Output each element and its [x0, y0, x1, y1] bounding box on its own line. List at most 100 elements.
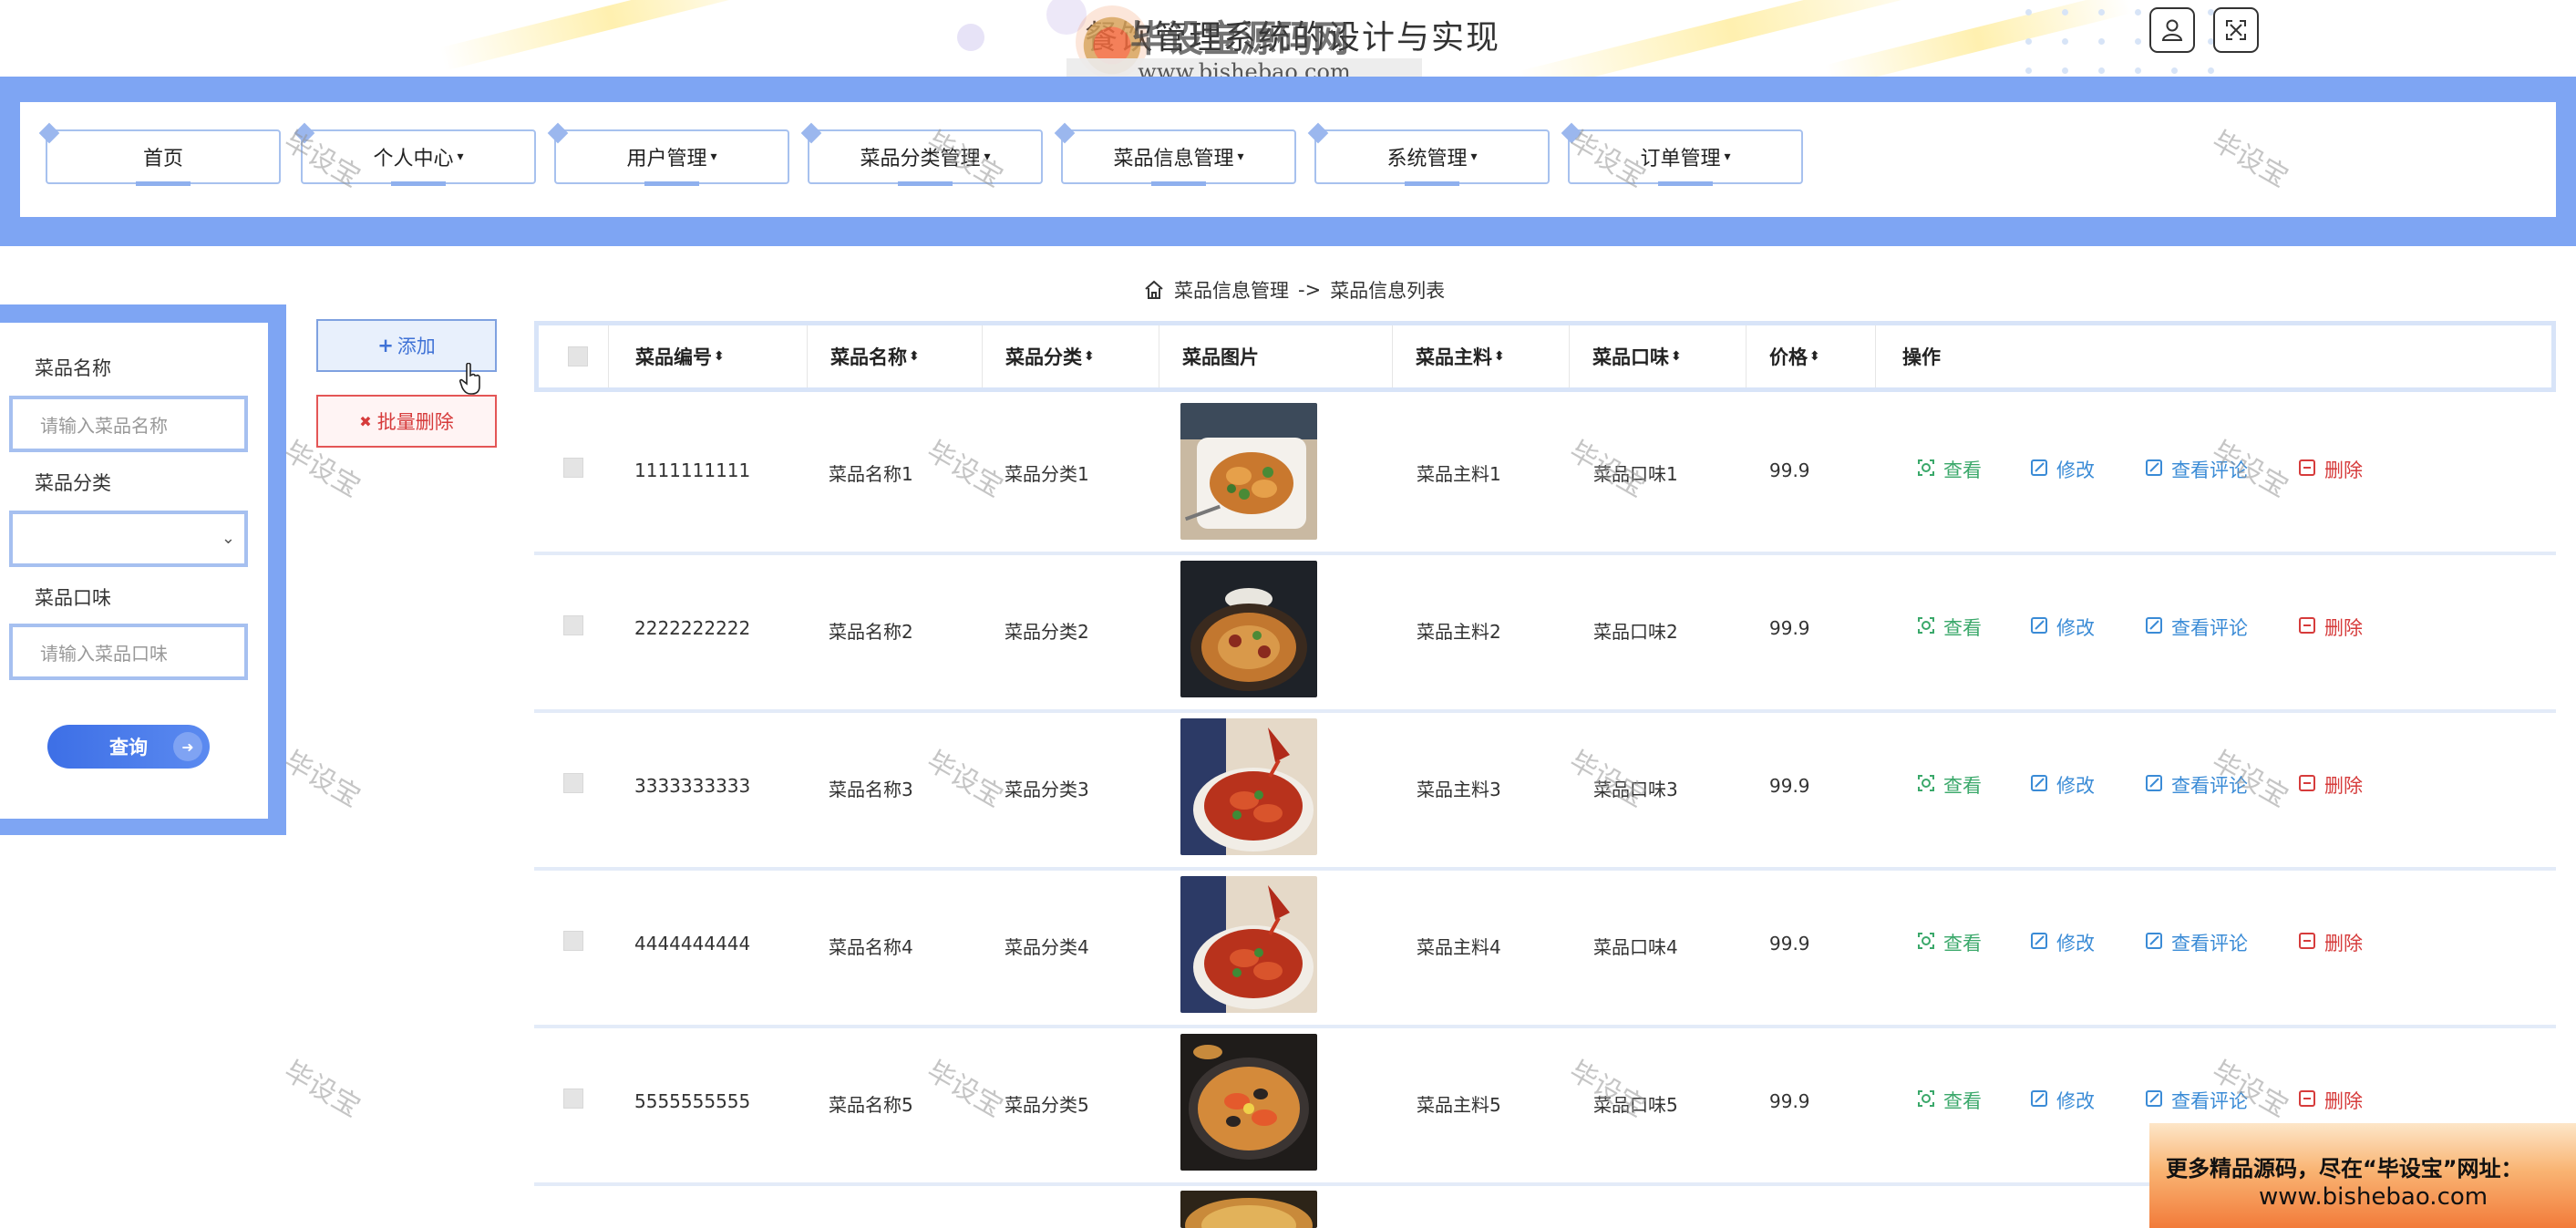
view-comments-button[interactable]: 查看评论: [2144, 1087, 2248, 1114]
delete-button[interactable]: 删除: [2297, 456, 2363, 483]
nav-item-label: 菜品分类管理: [860, 148, 981, 170]
user-button[interactable]: [2149, 7, 2195, 53]
cell-name: 菜品名称1: [829, 463, 913, 485]
nav-item-4[interactable]: 菜品信息管理 ▾: [1061, 129, 1296, 186]
view-button[interactable]: 查看: [1916, 771, 1982, 799]
promo-banner[interactable]: 更多精品源码，尽在“毕设宝”网址： www.bishebao.com: [2149, 1123, 2576, 1228]
search-icon: [1916, 1089, 1936, 1113]
cell-id: 4444444444: [634, 933, 751, 955]
promo-text: 更多精品源码，尽在“毕设宝”网址：: [2166, 1156, 2523, 1182]
taste-label: 菜品口味: [35, 587, 111, 609]
col-name[interactable]: 菜品名称 ⬍: [830, 325, 920, 387]
nav-item-label: 个人中心: [373, 148, 454, 170]
sort-icon[interactable]: ⬍: [909, 349, 920, 364]
nav-item-6[interactable]: 订单管理 ▾: [1568, 129, 1803, 186]
view-button-label: 查看: [1943, 459, 1982, 481]
edit-button[interactable]: 修改: [2029, 771, 2095, 799]
cell-name: 菜品名称4: [829, 936, 913, 958]
breadcrumb-page: 菜品信息列表: [1330, 280, 1446, 302]
cell-main: 菜品主料3: [1417, 779, 1501, 800]
edit-button[interactable]: 修改: [2029, 456, 2095, 483]
select-all-checkbox[interactable]: [568, 346, 588, 366]
table-row: 2222222222 菜品名称2 菜品分类2 菜品主料2 菜品口味2 99.9 查看 修改 查看…: [534, 555, 2556, 713]
breadcrumb-section[interactable]: 菜品信息管理: [1174, 276, 1289, 304]
view-button[interactable]: 查看: [1916, 1087, 1982, 1114]
plus-icon: +: [377, 335, 394, 356]
col-main[interactable]: 菜品主料 ⬍: [1416, 325, 1505, 387]
home-icon: [1145, 280, 1163, 299]
cell-main: 菜品主料2: [1417, 621, 1501, 643]
cell-price: 99.9: [1769, 775, 1810, 797]
batch-delete-button[interactable]: ✖ 批量删除: [316, 395, 497, 448]
dish-image: [1180, 1034, 1317, 1171]
view-comments-button-label: 查看评论: [2171, 459, 2248, 481]
sort-icon[interactable]: ⬍: [1494, 349, 1505, 364]
cell-category: 菜品分类1: [1005, 463, 1089, 485]
row-checkbox[interactable]: [563, 458, 583, 478]
minus-square-icon: [2297, 1089, 2317, 1113]
edit-button[interactable]: 修改: [2029, 929, 2095, 956]
view-comments-button[interactable]: 查看评论: [2144, 771, 2248, 799]
sort-icon[interactable]: ⬍: [1084, 349, 1095, 364]
delete-button[interactable]: 删除: [2297, 771, 2363, 799]
view-button[interactable]: 查看: [1916, 614, 1982, 641]
edit-button-label: 修改: [2056, 775, 2095, 797]
view-button[interactable]: 查看: [1916, 456, 1982, 483]
search-icon: [1916, 931, 1936, 955]
nav-item-5[interactable]: 系统管理 ▾: [1314, 129, 1550, 186]
nav-item-2[interactable]: 用户管理 ▾: [554, 129, 789, 186]
view-comments-button[interactable]: 查看评论: [2144, 614, 2248, 641]
delete-button-label: 删除: [2324, 617, 2363, 639]
cell-taste: 菜品口味2: [1593, 621, 1678, 643]
col-id[interactable]: 菜品编号 ⬍: [635, 325, 725, 387]
delete-button[interactable]: 删除: [2297, 614, 2363, 641]
delete-button[interactable]: 删除: [2297, 1087, 2363, 1114]
chevron-down-icon: ⌄: [221, 529, 235, 548]
nav-item-3[interactable]: 菜品分类管理 ▾: [808, 129, 1043, 186]
nav-item-label: 系统管理: [1386, 148, 1468, 170]
view-button-label: 查看: [1943, 775, 1982, 797]
delete-button[interactable]: 删除: [2297, 929, 2363, 956]
category-select[interactable]: ⌄: [9, 511, 248, 567]
view-button[interactable]: 查看: [1916, 929, 1982, 956]
cell-category: 菜品分类3: [1005, 779, 1089, 800]
cell-name: 菜品名称2: [829, 621, 913, 643]
nav-item-1[interactable]: 个人中心 ▾: [301, 129, 536, 186]
promo-url[interactable]: www.bishebao.com: [2259, 1183, 2488, 1211]
view-button-label: 查看: [1943, 617, 1982, 639]
col-price[interactable]: 价格 ⬍: [1769, 325, 1820, 387]
name-input[interactable]: 请输入菜品名称: [9, 396, 248, 452]
table-row: 1111111111 菜品名称1 菜品分类1 菜品主料1 菜品口味1 99.9 查看 修改 查看…: [534, 397, 2556, 555]
breadcrumb: 菜品信息管理 -> 菜品信息列表: [1143, 276, 1445, 304]
sort-icon[interactable]: ⬍: [1671, 349, 1682, 364]
cell-category: 菜品分类4: [1005, 936, 1089, 958]
nav-item-label: 用户管理: [626, 148, 707, 170]
delete-button-label: 删除: [2324, 933, 2363, 955]
col-taste[interactable]: 菜品口味 ⬍: [1592, 325, 1682, 387]
view-comments-button-label: 查看评论: [2171, 933, 2248, 955]
edit-button-label: 修改: [2056, 459, 2095, 481]
edit-button[interactable]: 修改: [2029, 614, 2095, 641]
col-category[interactable]: 菜品分类 ⬍: [1005, 325, 1095, 387]
view-comments-button[interactable]: 查看评论: [2144, 456, 2248, 483]
row-checkbox[interactable]: [563, 615, 583, 635]
sort-icon[interactable]: ⬍: [1809, 349, 1820, 364]
edit-button[interactable]: 修改: [2029, 1087, 2095, 1114]
caret-down-icon: ▾: [1470, 150, 1478, 164]
dish-image: [1180, 718, 1317, 855]
dish-image: [1180, 403, 1317, 540]
comment-edit-icon: [2144, 458, 2164, 482]
sort-icon[interactable]: ⬍: [714, 349, 725, 364]
query-button[interactable]: 查询 ➜: [47, 725, 210, 769]
search-icon: [1916, 615, 1936, 640]
row-checkbox[interactable]: [563, 931, 583, 951]
search-icon: [1916, 773, 1936, 798]
view-comments-button[interactable]: 查看评论: [2144, 929, 2248, 956]
nav-item-0[interactable]: 首页: [46, 129, 281, 186]
taste-input[interactable]: 请输入菜品口味: [9, 624, 248, 680]
user-icon: [2161, 19, 2183, 41]
query-label: 查询: [109, 737, 148, 758]
fullscreen-button[interactable]: [2213, 7, 2259, 53]
row-checkbox[interactable]: [563, 773, 583, 793]
row-checkbox[interactable]: [563, 1089, 583, 1109]
